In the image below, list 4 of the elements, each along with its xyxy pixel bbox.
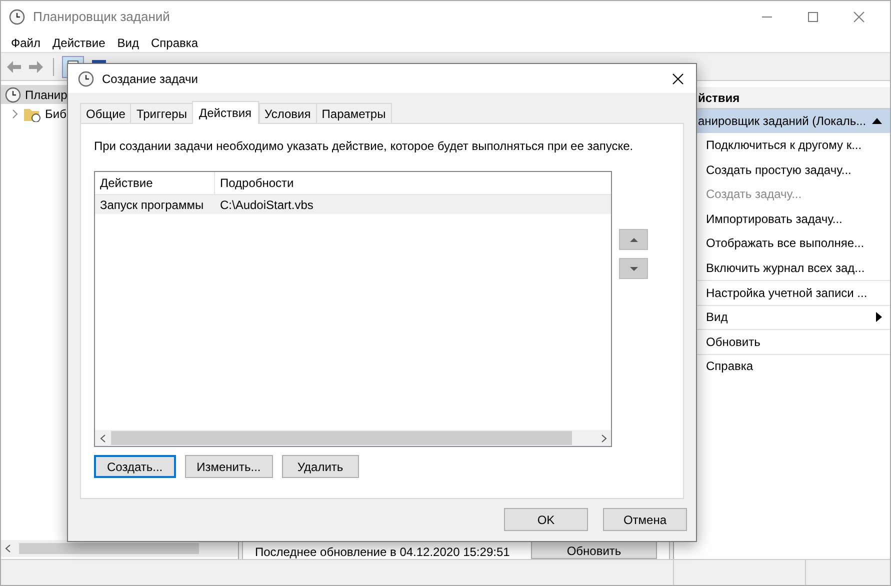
last-update-text: Последнее обновление в 04.12.2020 15:29:51 (255, 545, 510, 559)
description-text: При создании задачи необходимо указать действие, которое будет выполняться при ее запуске. (94, 139, 634, 154)
window-title: Планировщик заданий (33, 8, 170, 26)
dialog-title: Создание задачи (102, 70, 198, 88)
